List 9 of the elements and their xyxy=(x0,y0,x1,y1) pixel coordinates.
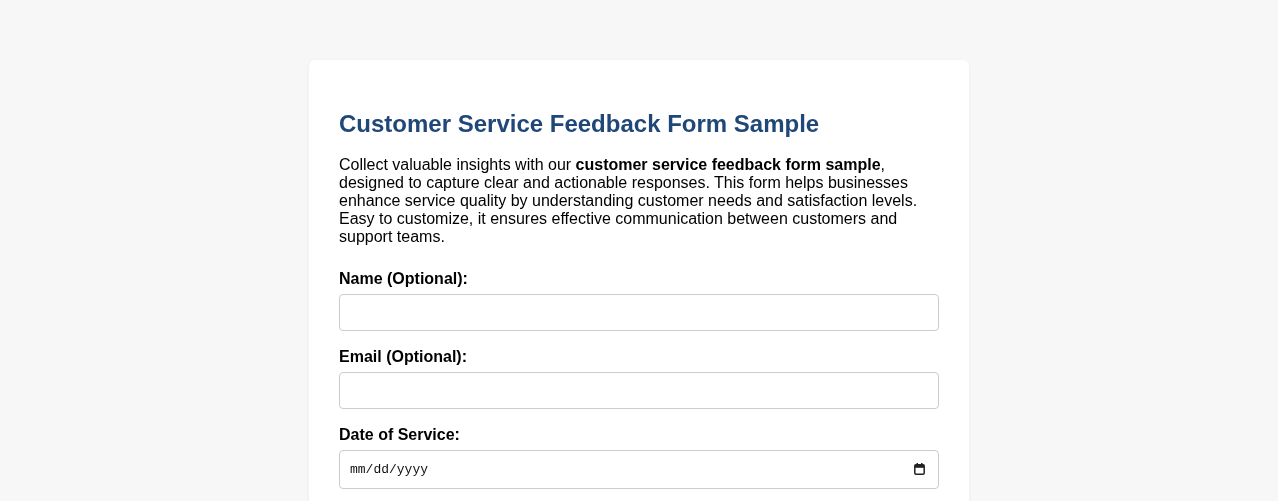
field-label: Date of Service: xyxy=(339,426,460,444)
input-field[interactable] xyxy=(339,294,939,331)
field-label: Name (Optional): xyxy=(339,270,468,288)
input-field[interactable] xyxy=(339,372,939,409)
calendar-icon[interactable] xyxy=(914,463,925,475)
field-label: Email (Optional): xyxy=(339,348,467,366)
form-title: Customer Service Feedback Form Sample xyxy=(339,110,821,138)
date-field[interactable]: mm/dd/yyyy xyxy=(339,450,939,489)
intro-paragraph: Collect valuable insights with our customer service feedback form sample, designed to capture clear and actionable responses. This form helps businesses enhance service quality by understanding customer needs and satisfaction levels. Easy to customize, it ensures effective communication between customers and support teams. xyxy=(339,156,919,246)
